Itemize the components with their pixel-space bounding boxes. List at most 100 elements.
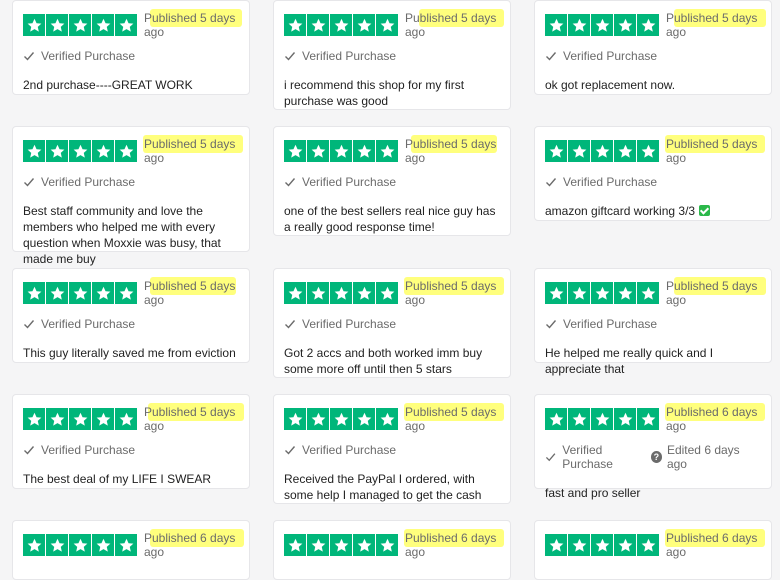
star-icon <box>92 534 114 556</box>
star-icon <box>568 14 590 36</box>
star-rating <box>545 534 660 556</box>
star-icon <box>69 140 91 162</box>
star-icon <box>69 408 91 430</box>
review-text: fast and pro seller <box>545 486 641 500</box>
star-icon <box>637 408 659 430</box>
help-icon[interactable]: ? <box>650 451 662 463</box>
check-mark-emoji-icon <box>699 205 711 216</box>
review-card: Published 6 days ago <box>273 520 511 580</box>
review-card: Published 6 days ago <box>534 520 772 580</box>
check-icon <box>285 52 296 61</box>
review-card: Published 5 days ago Verified Purchase R… <box>273 394 511 504</box>
check-icon <box>24 178 35 187</box>
review-text: Best staff community and love the member… <box>23 204 221 266</box>
star-icon <box>307 408 329 430</box>
star-rating <box>23 282 138 304</box>
star-icon <box>115 14 137 36</box>
star-icon <box>46 408 68 430</box>
review-card: Published 5 days ago Verified Purchase B… <box>12 126 250 266</box>
star-icon <box>614 534 636 556</box>
review-card: Published 5 days ago Verified Purchase o… <box>534 0 772 95</box>
review-text: amazon giftcard working 3/3 <box>545 203 761 219</box>
published-date: Published 5 days ago <box>405 135 497 165</box>
star-icon <box>376 282 398 304</box>
published-date: Published 6 days ago <box>404 529 504 559</box>
star-icon <box>637 14 659 36</box>
star-icon <box>637 534 659 556</box>
star-icon <box>614 282 636 304</box>
verified-purchase: Verified Purchase <box>23 175 239 189</box>
star-icon <box>591 282 613 304</box>
star-rating <box>545 282 660 304</box>
verified-purchase: Verified Purchase <box>545 317 761 331</box>
star-icon <box>353 140 375 162</box>
star-rating <box>23 14 138 36</box>
review-text: The best deal of my LIFE I SWEAR <box>23 472 212 486</box>
review-card: Published 6 days ago Verified Purchase ?… <box>534 394 772 500</box>
star-rating <box>284 282 399 304</box>
check-icon <box>545 453 556 462</box>
star-icon <box>330 282 352 304</box>
star-icon <box>284 534 306 556</box>
edited-date: ? Edited 6 days ago <box>650 443 757 471</box>
verified-purchase: Verified Purchase <box>545 175 761 189</box>
star-icon <box>545 534 567 556</box>
review-text: Received the PayPal I ordered, with some… <box>284 472 482 502</box>
star-icon <box>23 282 45 304</box>
star-icon <box>307 14 329 36</box>
star-icon <box>353 534 375 556</box>
star-icon <box>353 282 375 304</box>
published-date: Published 6 days ago <box>665 529 765 559</box>
verified-purchase: Verified Purchase <box>545 49 761 63</box>
star-icon <box>115 534 137 556</box>
star-icon <box>46 282 68 304</box>
star-icon <box>92 140 114 162</box>
verified-purchase: Verified Purchase ? Edited 6 days ago <box>545 443 761 471</box>
published-date: Published 5 days ago <box>143 135 243 165</box>
review-card: Published 5 days ago Verified Purchase G… <box>273 268 511 378</box>
review-text: one of the best sellers real nice guy ha… <box>284 204 496 234</box>
verified-purchase: Verified Purchase <box>284 49 500 63</box>
star-rating <box>284 14 399 36</box>
review-card: Published 5 days ago Verified Purchase T… <box>12 394 250 489</box>
star-icon <box>545 282 567 304</box>
check-icon <box>24 320 35 329</box>
star-icon <box>330 408 352 430</box>
published-date: Published 6 days ago <box>144 529 244 559</box>
review-card: Published 5 days ago Verified Purchase i… <box>273 0 511 110</box>
star-icon <box>545 408 567 430</box>
check-icon <box>546 320 557 329</box>
star-rating <box>284 534 399 556</box>
star-icon <box>46 14 68 36</box>
published-date: Published 5 days ago <box>665 135 765 165</box>
star-icon <box>115 140 137 162</box>
star-icon <box>545 14 567 36</box>
verified-purchase: Verified Purchase <box>23 317 239 331</box>
review-card: Published 5 days ago Verified Purchase H… <box>534 268 772 376</box>
check-icon <box>24 52 35 61</box>
published-date: Published 5 days ago <box>666 9 766 39</box>
star-icon <box>376 14 398 36</box>
star-rating <box>23 140 138 162</box>
star-icon <box>591 408 613 430</box>
star-icon <box>637 140 659 162</box>
review-text: ok got replacement now. <box>545 78 676 92</box>
verified-purchase: Verified Purchase <box>284 317 500 331</box>
star-icon <box>23 140 45 162</box>
star-icon <box>330 140 352 162</box>
star-icon <box>92 282 114 304</box>
published-date: Published 5 days ago <box>144 277 236 307</box>
star-icon <box>115 408 137 430</box>
check-icon <box>285 178 296 187</box>
verified-purchase: Verified Purchase <box>284 443 500 457</box>
star-icon <box>353 408 375 430</box>
review-card: Published 5 days ago Verified Purchase o… <box>273 126 511 236</box>
star-icon <box>69 534 91 556</box>
star-icon <box>568 408 590 430</box>
star-rating <box>23 408 138 430</box>
check-icon <box>285 320 296 329</box>
published-date: Published 5 days ago <box>144 403 244 433</box>
review-card: Published 5 days ago Verified Purchase a… <box>534 126 772 221</box>
star-rating <box>284 140 399 162</box>
review-text: 2nd purchase----GREAT WORK <box>23 78 193 92</box>
